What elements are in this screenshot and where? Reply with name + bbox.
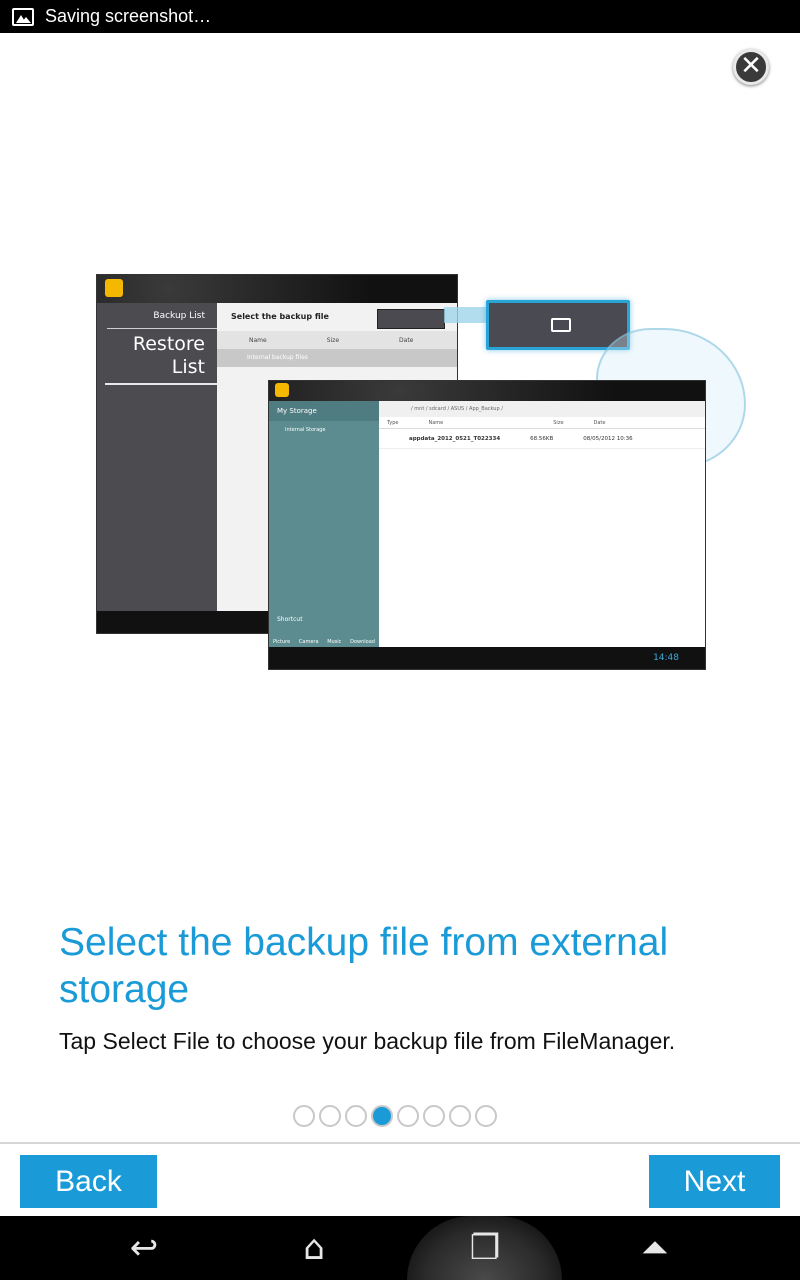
my-storage-label: My Storage: [269, 401, 379, 421]
illustration-topbar: [97, 275, 457, 303]
fm-col-name: Name: [428, 420, 444, 426]
fm-file-size: 68.56KB: [530, 435, 554, 442]
folder-icon: [551, 318, 571, 332]
system-navigation-bar: ↩ ⌂ ❐ ⏶: [0, 1216, 800, 1280]
fm-sidebar: My Storage Internal Storage Shortcut Pic…: [269, 401, 379, 649]
status-text: Saving screenshot…: [45, 6, 212, 26]
fm-col-date: Date: [593, 420, 606, 426]
back-button[interactable]: Back: [20, 1155, 157, 1208]
fm-clock: 14:48: [653, 653, 679, 663]
page-dot-6: [423, 1105, 445, 1127]
shortcut-music: Music: [327, 639, 342, 645]
illustration-sidebar: Backup List Restore List: [97, 303, 217, 613]
shortcut-icons: Picture Camera Music Download: [273, 639, 375, 645]
page-dot-1: [293, 1105, 315, 1127]
shortcut-picture: Picture: [273, 639, 291, 645]
close-icon: ✕: [740, 51, 762, 81]
app-icon: [105, 279, 123, 297]
page-dot-3: [345, 1105, 367, 1127]
page-dot-2: [319, 1105, 341, 1127]
page-dot-4-active: [371, 1105, 393, 1127]
image-icon: [12, 7, 34, 26]
fm-content: / mnt / sdcard / ASUS / App_Backup / Typ…: [379, 401, 705, 649]
internal-storage-label: Internal Storage: [285, 427, 326, 433]
fm-file-date: 08/05/2012 10:36: [583, 435, 633, 442]
close-button[interactable]: ✕: [733, 49, 769, 85]
fm-navbar: 14:48: [269, 647, 705, 669]
fm-app-icon: [275, 383, 289, 397]
shortcut-label: Shortcut: [277, 616, 303, 623]
fm-path: / mnt / sdcard / ASUS / App_Backup /: [379, 401, 705, 417]
shortcut-camera: Camera: [298, 639, 319, 645]
recents-icon[interactable]: ❐: [455, 1228, 515, 1268]
home-icon[interactable]: ⌂: [284, 1228, 344, 1268]
page-dot-5: [397, 1105, 419, 1127]
status-bar: Saving screenshot…: [0, 0, 800, 33]
group-row: Internal backup files: [217, 349, 457, 367]
col-date: Date: [399, 336, 414, 344]
page-dot-8: [475, 1105, 497, 1127]
fm-col-size: Size: [553, 420, 564, 426]
shortcut-download: Download: [350, 639, 375, 645]
menu-up-icon[interactable]: ⏶: [625, 1228, 685, 1268]
fm-file-name: appdata_2012_0521_T022334: [409, 435, 501, 442]
divider: [0, 1142, 800, 1144]
backup-list-label: Backup List: [107, 303, 217, 329]
callout-connector: [444, 307, 488, 323]
col-size: Size: [326, 336, 340, 344]
page-dot-7: [449, 1105, 471, 1127]
fm-columns: Type Name Size Date: [379, 417, 705, 429]
folder-callout: [486, 300, 630, 350]
restore-list-label: Restore List: [105, 329, 217, 385]
illustration-columns: Name Size Date: [217, 331, 457, 349]
folder-button-illustration: [377, 309, 445, 329]
fm-topbar: [269, 381, 705, 401]
back-icon[interactable]: ↩: [114, 1228, 174, 1268]
fm-col-type: Type: [387, 420, 399, 426]
page-title: Select the backup file from external sto…: [59, 921, 669, 1011]
tutorial-illustration: Backup List Restore List Select the back…: [96, 268, 746, 688]
fm-file-row: appdata_2012_0521_T022334 68.56KB 08/05/…: [379, 429, 705, 449]
file-manager-screenshot: My Storage Internal Storage Shortcut Pic…: [268, 380, 706, 670]
page-indicator: [293, 1105, 497, 1127]
next-button[interactable]: Next: [649, 1155, 780, 1208]
page-description: Tap Select File to choose your backup fi…: [59, 1028, 676, 1054]
col-name: Name: [249, 336, 267, 344]
